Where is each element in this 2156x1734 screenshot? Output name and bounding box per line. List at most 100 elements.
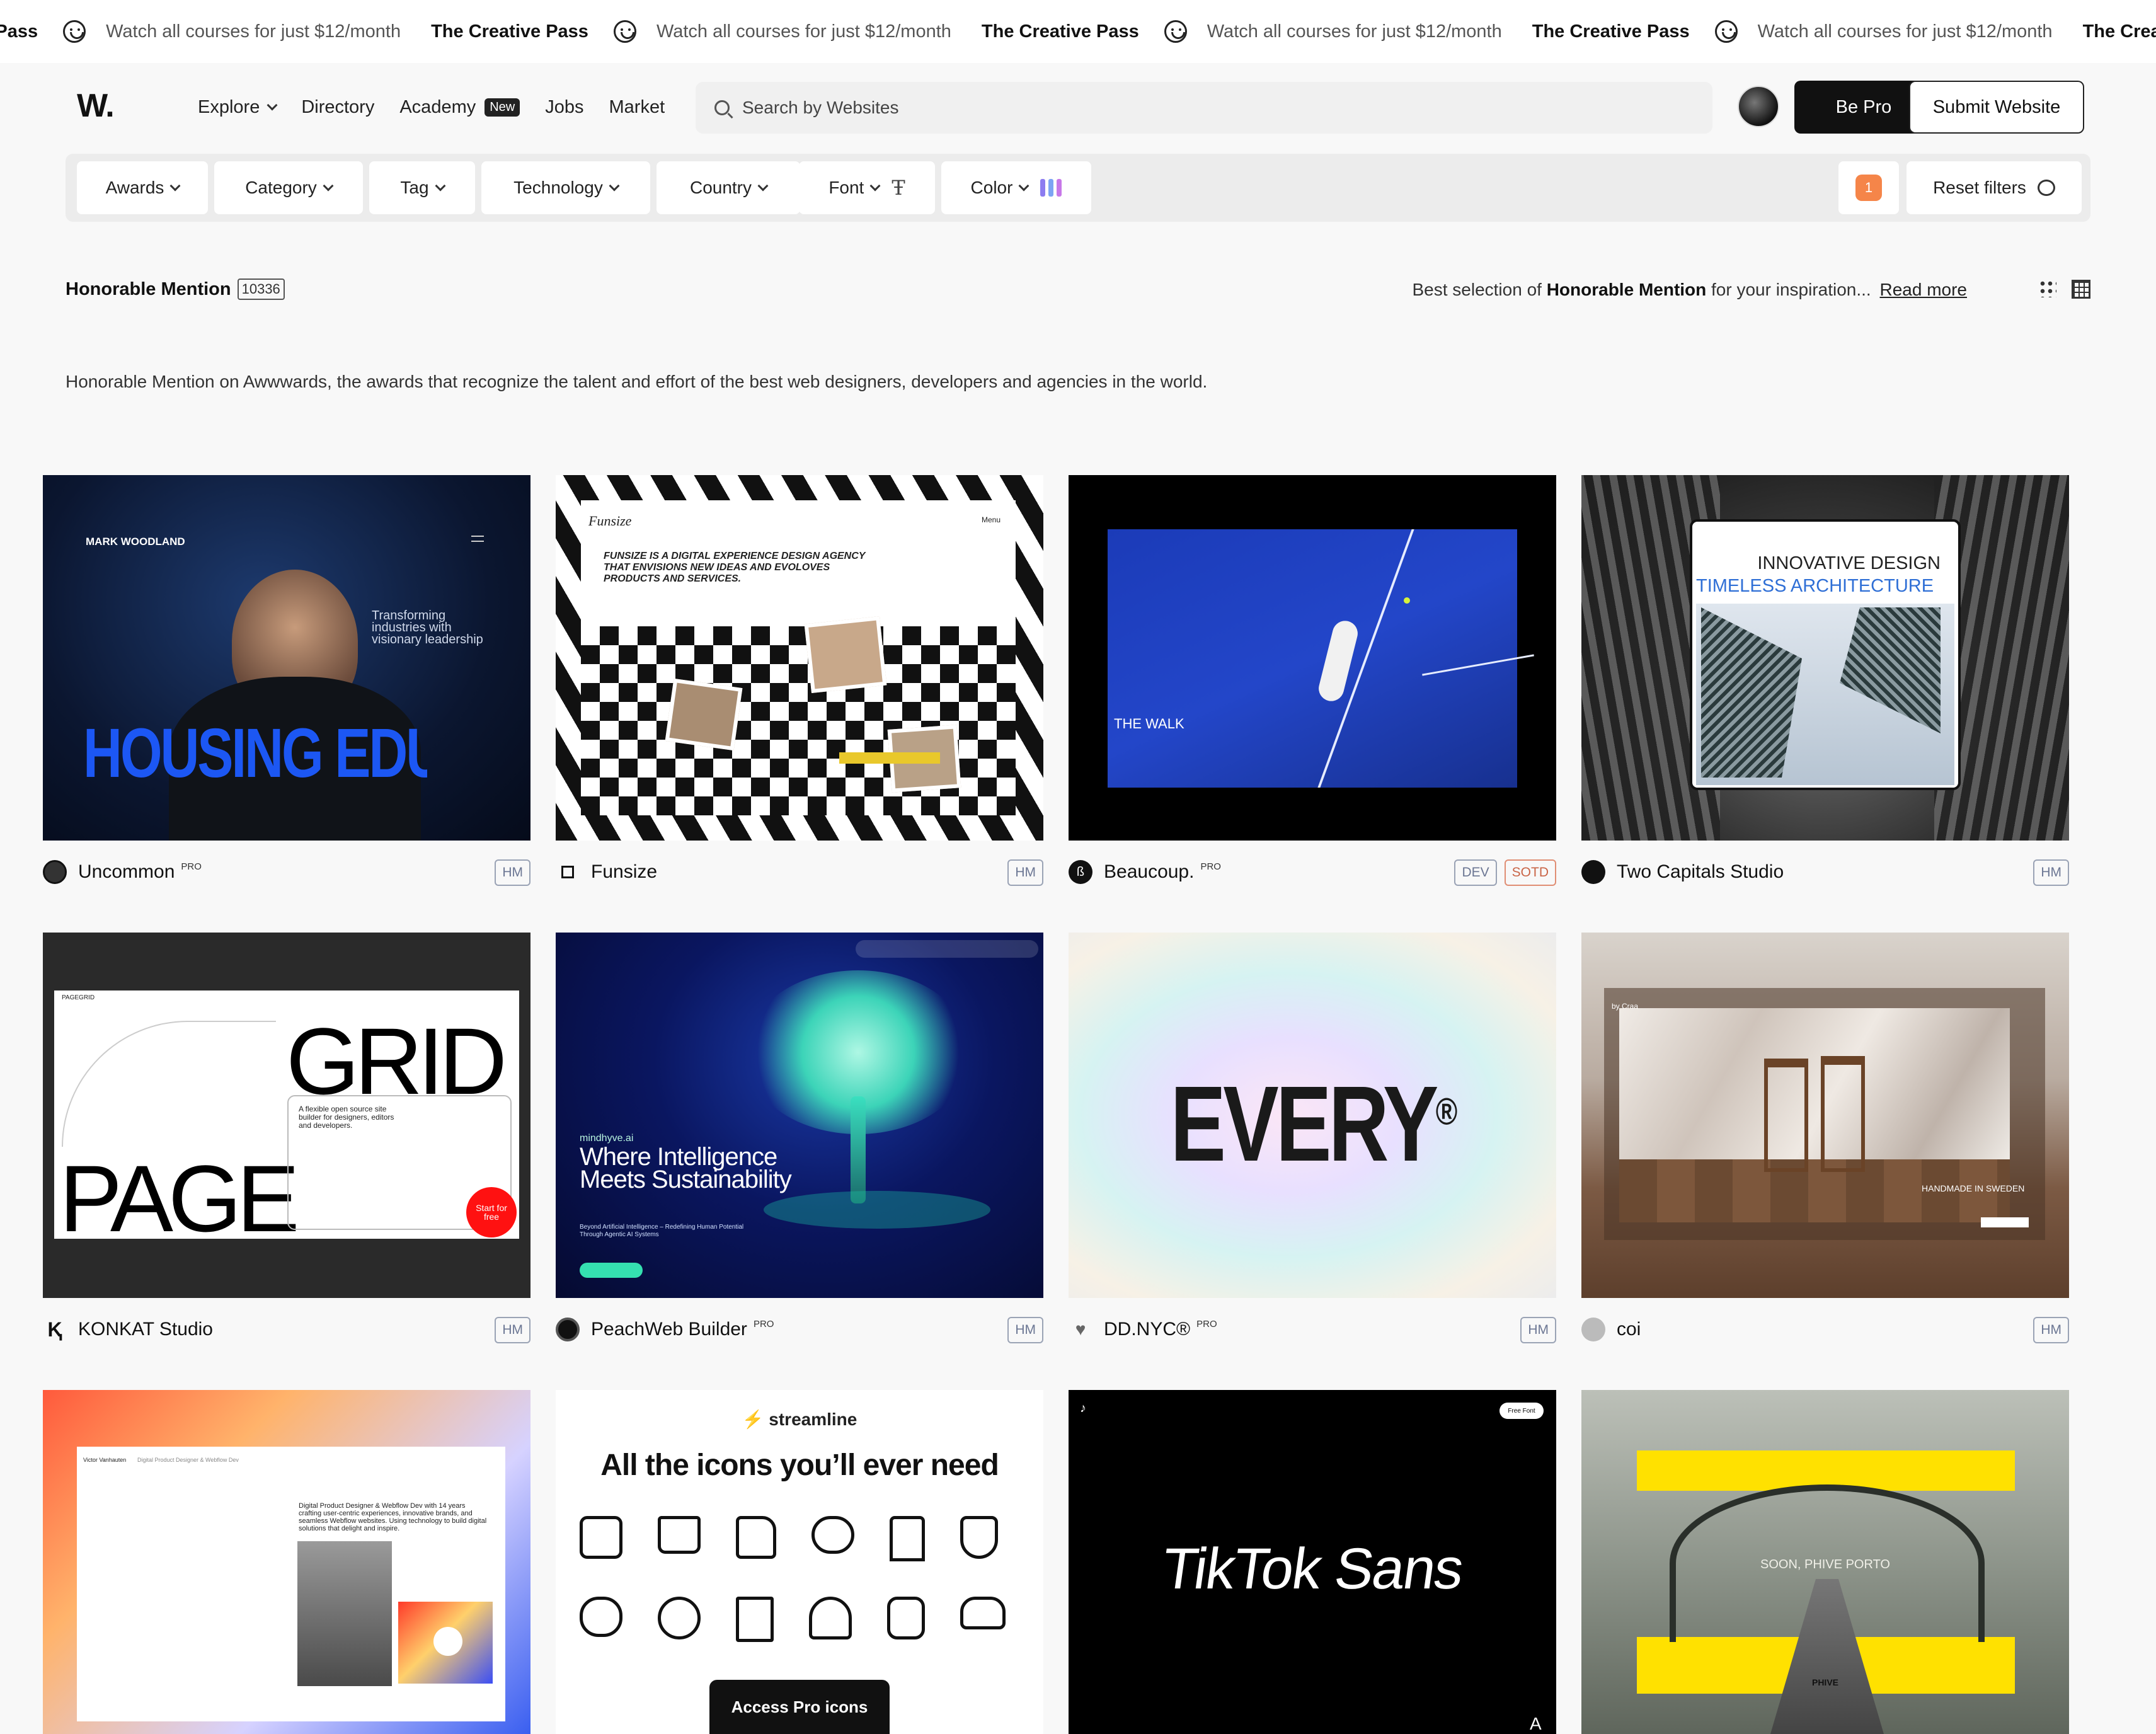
filter-country[interactable]: Country: [657, 161, 800, 214]
main-nav: Explore Directory Academy New Jobs Market: [198, 74, 665, 140]
nav-label: Market: [609, 96, 665, 117]
badge-check-icon: [658, 1597, 701, 1639]
thumb-brand: MARK WOODLAND: [86, 536, 185, 548]
thumb-menu: Menu: [982, 515, 1001, 524]
glowing-tree-trunk: [851, 1096, 866, 1203]
section-count: 10336: [237, 278, 285, 300]
site-thumbnail[interactable]: ⚡ streamline All the icons you’ll ever n…: [556, 1390, 1043, 1734]
search-input[interactable]: [742, 98, 1624, 118]
tag-hm[interactable]: HM: [2033, 1317, 2069, 1343]
submit-website-button[interactable]: Submit Website: [1909, 81, 2084, 134]
tag-hm[interactable]: HM: [1007, 859, 1043, 886]
car-icon: [960, 1597, 1006, 1629]
site-name[interactable]: PeachWeb Builder: [591, 1319, 747, 1340]
site-card[interactable]: mindhyve.ai Where Intelligence Meets Sus…: [556, 933, 1043, 1351]
filter-color[interactable]: Color: [941, 161, 1091, 214]
thumb-button: [1981, 1217, 2029, 1227]
smiley-icon: [1164, 20, 1187, 43]
promo-title: The Creative Pass: [431, 21, 588, 42]
site-card[interactable]: MARK WOODLAND Transforming industries wi…: [43, 475, 530, 893]
site-thumbnail[interactable]: THE WALK: [1069, 475, 1556, 841]
file-edit-icon: [736, 1516, 776, 1559]
site-card[interactable]: INNOVATIVE DESIGN TIMELESS ARCHITECTURE …: [1581, 475, 2069, 893]
read-more-link[interactable]: Read more: [1879, 280, 1967, 299]
site-name[interactable]: Uncommon: [78, 861, 175, 883]
site-thumbnail[interactable]: ♪ Free Font TikTok Sans A: [1069, 1390, 1556, 1734]
cat-face-icon: [580, 1597, 622, 1637]
card-meta: PeachWeb Builder PRO HM: [556, 1308, 1043, 1351]
thumb-label: HANDMADE IN SWEDEN: [1922, 1183, 2025, 1193]
nav-directory[interactable]: Directory: [301, 97, 374, 118]
thumb-portrait: [297, 1541, 392, 1686]
filter-font[interactable]: Font Ŧ: [799, 161, 935, 214]
tennis-court: [1108, 529, 1517, 788]
filter-tag[interactable]: Tag: [369, 161, 475, 214]
smiley-icon: [613, 20, 636, 43]
grid-view-icon[interactable]: [2072, 280, 2090, 299]
site-logo-icon: Ⱪ: [47, 1318, 62, 1341]
site-thumbnail[interactable]: by Craa HANDMADE IN SWEDEN: [1581, 933, 2069, 1298]
site-thumbnail[interactable]: SOON, PHIVE PORTO PHIVE: [1581, 1390, 2069, 1734]
lighthouse-icon: [890, 1516, 925, 1561]
tag-hm[interactable]: HM: [495, 1317, 530, 1343]
tag-hm[interactable]: HM: [1007, 1317, 1043, 1343]
filter-label: Technology: [513, 178, 603, 197]
site-card[interactable]: PAGEGRID GRID PAGE A flexible open sourc…: [43, 933, 530, 1351]
site-card[interactable]: Funsize Menu FUNSIZE IS A DIGITAL EXPERI…: [556, 475, 1043, 893]
site-thumbnail[interactable]: mindhyve.ai Where Intelligence Meets Sus…: [556, 933, 1043, 1298]
icon-grid: [580, 1516, 1021, 1642]
active-filter-count[interactable]: 1: [1838, 161, 1899, 214]
chevron-down-icon: [1018, 180, 1029, 192]
thumb-brand: Funsize: [588, 513, 632, 529]
section-summary: Best selection of Honorable Mention for …: [1412, 280, 1967, 300]
site-logo-icon: ♥: [1075, 1319, 1086, 1339]
nav-jobs[interactable]: Jobs: [545, 97, 583, 118]
site-name[interactable]: coi: [1617, 1319, 1641, 1340]
site-card[interactable]: SOON, PHIVE PORTO PHIVE: [1581, 1390, 2069, 1734]
site-name[interactable]: Beaucoup.: [1104, 861, 1194, 883]
site-card[interactable]: ⚡ streamline All the icons you’ll ever n…: [556, 1390, 1043, 1734]
site-name[interactable]: KONKAT Studio: [78, 1319, 213, 1340]
filter-awards[interactable]: Awards: [77, 161, 208, 214]
nav-explore[interactable]: Explore: [198, 97, 278, 118]
site-card[interactable]: EVERY® ♥ DD.NYC® PRO HM: [1069, 933, 1556, 1351]
site-thumbnail[interactable]: Funsize Menu FUNSIZE IS A DIGITAL EXPERI…: [556, 475, 1043, 841]
site-card[interactable]: ♪ Free Font TikTok Sans A: [1069, 1390, 1556, 1734]
filter-technology[interactable]: Technology: [481, 161, 650, 214]
chevron-down-icon: [435, 180, 446, 192]
tag-hm[interactable]: HM: [2033, 859, 2069, 886]
site-name[interactable]: Funsize: [591, 861, 657, 883]
tag-dev[interactable]: DEV: [1454, 859, 1497, 886]
chevron-down-icon: [169, 180, 181, 192]
thumb-headline: FUNSIZE IS A DIGITAL EXPERIENCE DESIGN A…: [604, 551, 866, 584]
site-card[interactable]: THE WALK ß Beaucoup. PRO DEV SOTD: [1069, 475, 1556, 893]
site-name[interactable]: Two Capitals Studio: [1617, 861, 1784, 883]
promo-marquee[interactable]: ive Pass Watch all courses for just $12/…: [0, 0, 2156, 63]
site-thumbnail[interactable]: MARK WOODLAND Transforming industries wi…: [43, 475, 530, 841]
site-name[interactable]: DD.NYC®: [1104, 1319, 1190, 1340]
user-avatar[interactable]: [1738, 86, 1779, 127]
summary-suffix: for your inspiration...: [1711, 280, 1871, 299]
pro-badge: PRO: [753, 1318, 774, 1329]
awwwards-logo[interactable]: W.: [77, 87, 115, 125]
nav-market[interactable]: Market: [609, 97, 665, 118]
tag-hm[interactable]: HM: [495, 859, 530, 886]
nav-academy[interactable]: Academy New: [399, 97, 520, 118]
tag-hm[interactable]: HM: [1520, 1317, 1556, 1343]
site-thumbnail[interactable]: Victor Vanhauten Digital Product Designe…: [43, 1390, 530, 1734]
thumb-corner-letter: A: [1530, 1714, 1542, 1733]
summary-bold: Honorable Mention: [1546, 280, 1707, 299]
site-thumbnail[interactable]: EVERY®: [1069, 933, 1556, 1298]
reset-icon: [2037, 180, 2055, 196]
tag-sotd[interactable]: SOTD: [1504, 859, 1556, 886]
reset-filters-button[interactable]: Reset filters: [1907, 161, 2082, 214]
grid-dots-view-icon[interactable]: [2039, 280, 2056, 297]
site-thumbnail[interactable]: INNOVATIVE DESIGN TIMELESS ARCHITECTURE: [1581, 475, 2069, 841]
card-meta: Ⱪ KONKAT Studio HM: [43, 1308, 530, 1351]
filter-label: Awards: [105, 178, 164, 197]
site-card[interactable]: Victor Vanhauten Digital Product Designe…: [43, 1390, 530, 1734]
filter-category[interactable]: Category: [214, 161, 363, 214]
site-thumbnail[interactable]: PAGEGRID GRID PAGE A flexible open sourc…: [43, 933, 530, 1298]
thumb-big-word: PAGE: [59, 1145, 300, 1251]
site-card[interactable]: by Craa HANDMADE IN SWEDEN coi HM: [1581, 933, 2069, 1351]
